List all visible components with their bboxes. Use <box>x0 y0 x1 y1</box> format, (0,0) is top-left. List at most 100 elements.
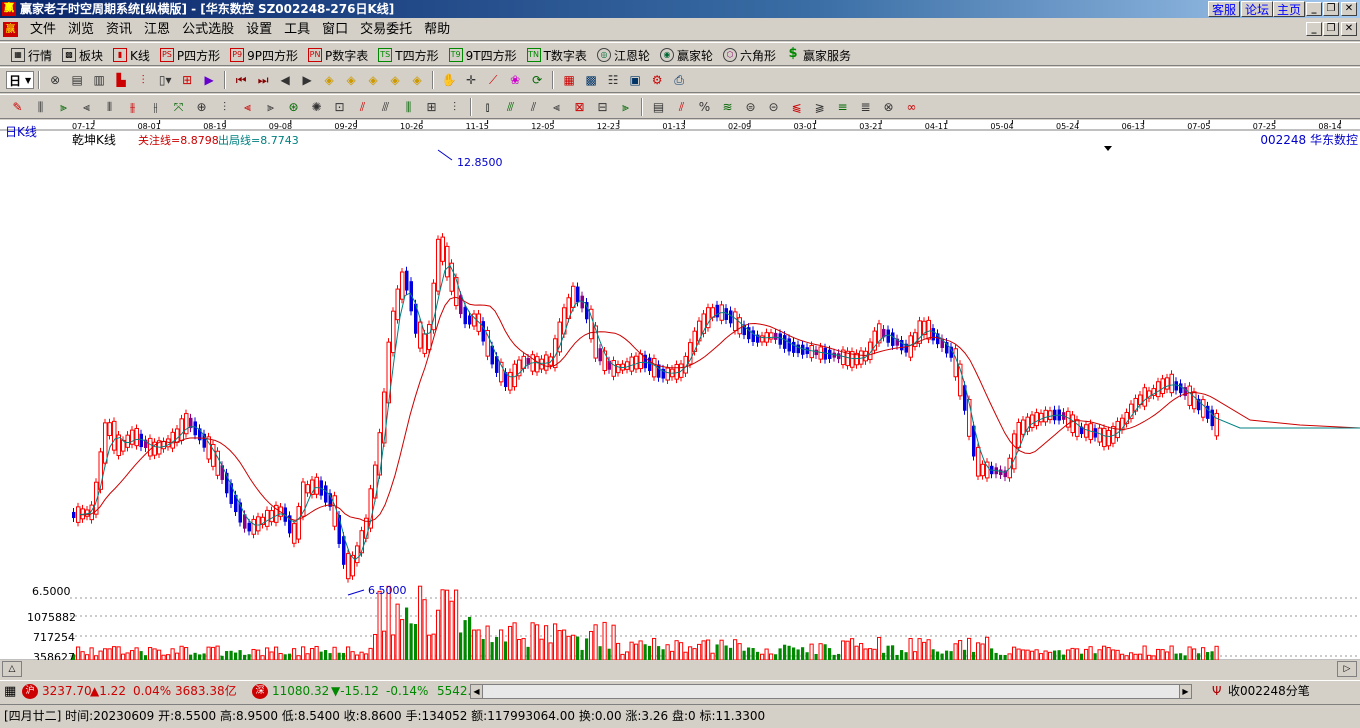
draw-tool-icon-5[interactable]: ⫴ <box>98 97 121 117</box>
draw-tool-icon-32[interactable]: % <box>693 97 716 117</box>
draw-tool-icon-25[interactable]: ⫷ <box>545 97 568 117</box>
tb-sectors[interactable]: ▩ 板块 <box>57 45 108 65</box>
candle-chart-icon[interactable]: ⫶ <box>132 70 154 90</box>
forum-link[interactable]: 论坛 <box>1241 1 1274 17</box>
draw-tool-icon-27[interactable]: ⊟ <box>591 97 614 117</box>
draw-tool-icon-18[interactable]: ⫼ <box>397 97 420 117</box>
calendar-icon[interactable]: ▦ <box>558 70 580 90</box>
draw-tool-icon-14[interactable]: ✺ <box>305 97 328 117</box>
draw-tool-icon-3[interactable]: ⫸ <box>52 97 75 117</box>
draw-tool-icon-6[interactable]: ⫵ <box>121 97 144 117</box>
cycle-icon[interactable]: ⟳ <box>526 70 548 90</box>
period-select[interactable]: 日 ▼ <box>6 71 35 89</box>
tb-t-square[interactable]: TS T四方形 <box>373 45 443 65</box>
draw-tool-icon-2[interactable]: ⫼ <box>29 97 52 117</box>
menu-browse[interactable]: 浏览 <box>62 22 100 38</box>
prev-icon[interactable]: ◀ <box>274 70 296 90</box>
draw-line-icon[interactable]: ⟋ <box>482 70 504 90</box>
print-icon[interactable]: ⎙ <box>668 70 690 90</box>
ticker-scrollbar[interactable]: ◀ ▶ <box>470 684 1192 699</box>
draw-tool-icon-38[interactable]: ≡ <box>831 97 854 117</box>
draw-tool-icon-36[interactable]: ⫹ <box>785 97 808 117</box>
doc-minimize-button[interactable]: _ <box>1306 22 1322 36</box>
menu-gann[interactable]: 江恩 <box>138 22 176 38</box>
last-icon[interactable]: ⏭ <box>252 70 274 90</box>
maximize-button[interactable]: ❐ <box>1323 2 1339 16</box>
crosshair-icon[interactable]: ✛ <box>460 70 482 90</box>
first-icon[interactable]: ⏮ <box>230 70 252 90</box>
tb-winner-wheel[interactable]: ◉ 赢家轮 <box>655 45 718 65</box>
tb-quotes[interactable]: ▦ 行情 <box>6 45 57 65</box>
draw-tool-icon-37[interactable]: ⫺ <box>808 97 831 117</box>
diamond-icon-5[interactable]: ◈ <box>406 70 428 90</box>
indicator-select-icon[interactable]: ▯▾ <box>154 70 176 90</box>
next-icon[interactable]: ▶ <box>296 70 318 90</box>
tb-t-table[interactable]: TN T数字表 <box>522 45 592 65</box>
draw-tool-icon-7[interactable]: ⫲ <box>144 97 167 117</box>
page-icon[interactable]: ▥ <box>88 70 110 90</box>
diamond-icon-3[interactable]: ◈ <box>362 70 384 90</box>
tb-service[interactable]: $ 赢家服务 <box>781 45 856 65</box>
draw-tool-icon-4[interactable]: ⫷ <box>75 97 98 117</box>
calculator-icon[interactable]: ▩ <box>580 70 602 90</box>
menu-tools[interactable]: 工具 <box>278 22 316 38</box>
draw-tool-icon-8[interactable]: ⤧ <box>167 97 190 117</box>
tb-hexagon[interactable]: ⬡ 六角形 <box>718 45 781 65</box>
list-icon[interactable]: ☷ <box>602 70 624 90</box>
pattern-icon[interactable]: ❀ <box>504 70 526 90</box>
draw-tool-icon-15[interactable]: ⊡ <box>328 97 351 117</box>
draw-tool-icon-1[interactable]: ✎ <box>6 97 29 117</box>
ticker-right-icon[interactable]: ▶ <box>1179 685 1191 698</box>
quote-list-icon[interactable]: ▦ <box>4 683 16 700</box>
draw-tool-icon-11[interactable]: ⫷ <box>236 97 259 117</box>
menu-trade[interactable]: 交易委托 <box>354 22 418 38</box>
diamond-icon-1[interactable]: ◈ <box>318 70 340 90</box>
menu-window[interactable]: 窗口 <box>316 22 354 38</box>
draw-tool-icon-17[interactable]: ⫻ <box>374 97 397 117</box>
menu-formula[interactable]: 公式选股 <box>176 22 240 38</box>
tb-gann-wheel[interactable]: ◎ 江恩轮 <box>592 45 655 65</box>
ticker-left-icon[interactable]: ◀ <box>471 685 483 698</box>
tb-9p-square[interactable]: P9 9P四方形 <box>225 45 303 65</box>
flag-icon[interactable]: ▶ <box>198 70 220 90</box>
draw-tool-icon-16[interactable]: ⫽ <box>351 97 374 117</box>
save-icon[interactable]: ▣ <box>624 70 646 90</box>
settings-icon[interactable]: ⚙ <box>646 70 668 90</box>
menu-info[interactable]: 资讯 <box>100 22 138 38</box>
tb-p-square[interactable]: PS P四方形 <box>155 45 225 65</box>
kline-chart[interactable]: 07-12 08-01 08-19 09-08 09-29 10-26 11-15 12-05… <box>0 120 1360 678</box>
draw-tool-icon-34[interactable]: ⊜ <box>739 97 762 117</box>
draw-tool-icon-10[interactable]: ⫶ <box>213 97 236 117</box>
chart-scrollbar[interactable]: △ ▷ <box>0 660 1360 678</box>
grid-scale-icon[interactable]: ⊞ <box>176 70 198 90</box>
menu-settings[interactable]: 设置 <box>240 22 278 38</box>
draw-tool-icon-9[interactable]: ⊕ <box>190 97 213 117</box>
tb-kline[interactable]: ▮ K线 <box>108 45 155 65</box>
tb-9t-square[interactable]: T9 9T四方形 <box>444 45 522 65</box>
minimize-button[interactable]: _ <box>1306 2 1322 16</box>
tick-detail-label[interactable]: 收002248分笔 <box>1228 683 1310 700</box>
zoom-icon[interactable]: ⊗ <box>44 70 66 90</box>
close-button[interactable]: ✕ <box>1341 2 1357 16</box>
doc-restore-button[interactable]: ❐ <box>1323 22 1339 36</box>
bar-chart-icon[interactable]: ▙ <box>110 70 132 90</box>
scroll-left-icon[interactable]: △ <box>2 661 22 677</box>
draw-tool-icon-13[interactable]: ⊛ <box>282 97 305 117</box>
draw-tool-icon-33[interactable]: ≋ <box>716 97 739 117</box>
draw-tool-icon-39[interactable]: ≣ <box>854 97 877 117</box>
menu-help[interactable]: 帮助 <box>418 22 456 38</box>
tb-p-table[interactable]: PN P数字表 <box>303 45 373 65</box>
document-icon[interactable]: ▤ <box>66 70 88 90</box>
draw-tool-icon-19[interactable]: ⊞ <box>420 97 443 117</box>
draw-tool-icon-12[interactable]: ⫸ <box>259 97 282 117</box>
draw-tool-icon-28[interactable]: ⫸ <box>614 97 637 117</box>
draw-tool-icon-31[interactable]: ⫽ <box>670 97 693 117</box>
hand-icon[interactable]: ✋ <box>438 70 460 90</box>
scroll-right-icon[interactable]: ▷ <box>1337 661 1357 677</box>
home-link[interactable]: 主页 <box>1273 1 1306 17</box>
draw-tool-icon-24[interactable]: ⫽ <box>522 97 545 117</box>
draw-tool-icon-30[interactable]: ▤ <box>647 97 670 117</box>
draw-tool-icon-35[interactable]: ⊝ <box>762 97 785 117</box>
draw-tool-icon-26[interactable]: ⊠ <box>568 97 591 117</box>
draw-tool-icon-23[interactable]: ⫻ <box>499 97 522 117</box>
